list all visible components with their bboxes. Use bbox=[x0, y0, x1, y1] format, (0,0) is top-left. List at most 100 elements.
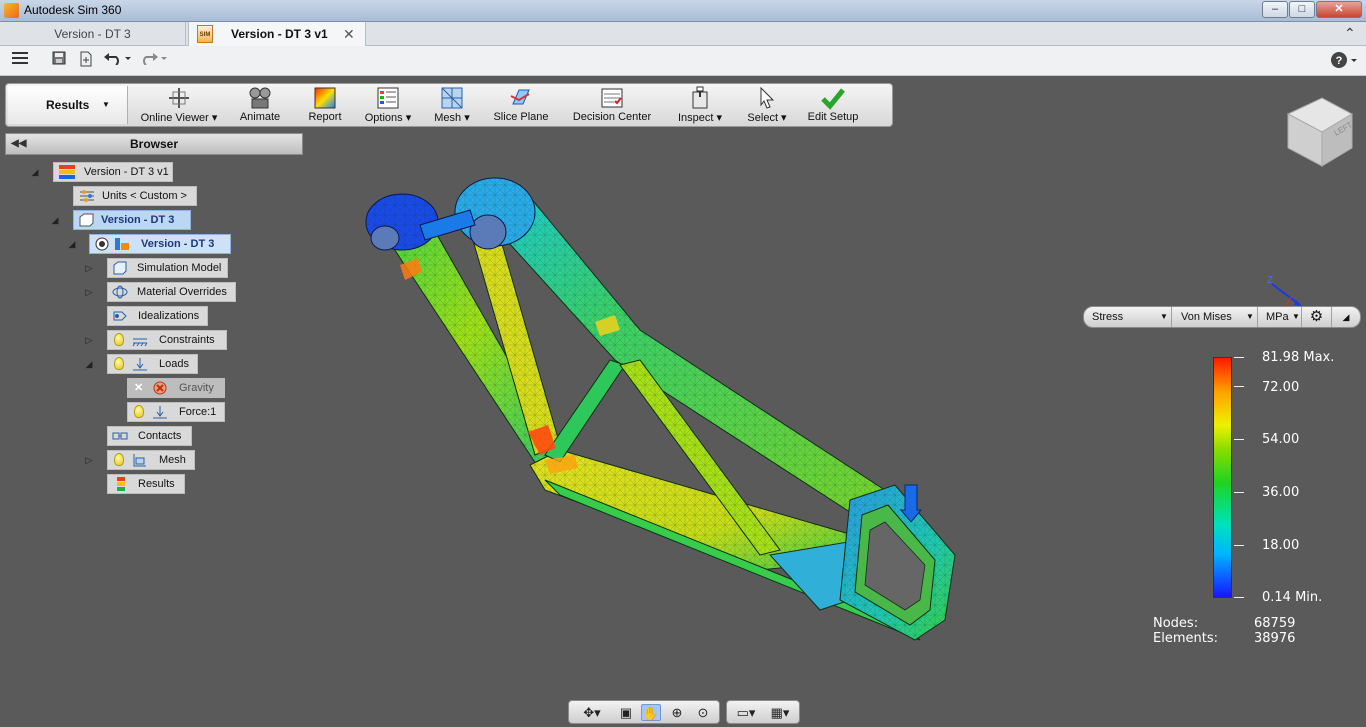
slice-plane-button[interactable]: Slice Plane bbox=[490, 84, 552, 126]
visibility-bulb-icon[interactable] bbox=[114, 453, 124, 466]
tree-node-label: Results bbox=[138, 478, 175, 490]
title-bar: Autodesk Sim 360 – □ ✕ bbox=[0, 0, 1366, 22]
slice-plane-icon bbox=[510, 89, 530, 105]
tree-node-loads[interactable]: Loads bbox=[107, 354, 198, 374]
collapse-legend-icon[interactable]: ◢ bbox=[1332, 307, 1360, 327]
minimize-button[interactable]: – bbox=[1262, 1, 1288, 18]
visibility-bulb-icon[interactable] bbox=[134, 405, 144, 418]
expand-right-icon[interactable]: ▷ bbox=[84, 287, 94, 297]
tree-node-label: Version - DT 3 bbox=[101, 214, 175, 226]
active-study-radio-icon bbox=[95, 237, 109, 251]
animate-button[interactable]: Animate bbox=[234, 84, 286, 126]
tree-node-gravity[interactable]: ✕ Gravity bbox=[127, 378, 225, 398]
display-icon[interactable]: ▭▾ bbox=[731, 704, 761, 721]
close-button[interactable]: ✕ bbox=[1316, 1, 1362, 18]
tab-version-dt3-v1[interactable]: SIM Version - DT 3 v1 ✕ bbox=[188, 22, 366, 46]
expand-right-icon[interactable]: ▷ bbox=[84, 263, 94, 273]
results-tab[interactable]: Results ▼ bbox=[8, 86, 128, 124]
tree-node-mesh[interactable]: Mesh bbox=[107, 450, 195, 470]
tab-label: Version - DT 3 v1 bbox=[231, 27, 328, 41]
tree-node-label: Constraints bbox=[159, 334, 215, 346]
tree-node-label: Simulation Model bbox=[137, 262, 222, 274]
tree-node-contacts[interactable]: Contacts bbox=[107, 426, 192, 446]
expand-icon[interactable]: ◢ bbox=[30, 167, 40, 177]
options-icon bbox=[377, 87, 399, 109]
expand-icon[interactable]: ◢ bbox=[50, 215, 60, 225]
browser-header: ◀◀ Browser bbox=[5, 133, 303, 155]
gear-icon[interactable]: ⚙ bbox=[1302, 307, 1332, 327]
results-icon bbox=[117, 477, 125, 491]
edit-setup-button[interactable]: Edit Setup bbox=[802, 84, 864, 126]
online-viewer-button[interactable]: Online Viewer ▾ bbox=[134, 84, 224, 126]
redo-icon[interactable] bbox=[138, 51, 168, 71]
results-tab-label: Results bbox=[46, 98, 90, 112]
visibility-bulb-icon[interactable] bbox=[114, 357, 124, 370]
tab-version-dt3[interactable]: Version - DT 3 bbox=[0, 22, 186, 46]
tree-node-results[interactable]: Results bbox=[107, 474, 185, 494]
mesh-label: Mesh ▾ bbox=[434, 112, 470, 124]
tree-node-constraints[interactable]: Constraints bbox=[107, 330, 227, 350]
mesh-icon bbox=[441, 87, 463, 109]
grid-icon[interactable]: ▦▾ bbox=[765, 704, 795, 721]
browser-title: Browser bbox=[129, 137, 179, 151]
zoom-fit-icon[interactable]: ⊙ bbox=[693, 704, 713, 721]
help-icon[interactable]: ? bbox=[1329, 51, 1359, 71]
tree-node-version-study[interactable]: Version - DT 3 bbox=[89, 234, 231, 254]
expand-right-icon[interactable]: ▷ bbox=[84, 335, 94, 345]
decision-center-button[interactable]: Decision Center bbox=[570, 84, 654, 126]
save-icon[interactable] bbox=[50, 51, 68, 71]
design-icon bbox=[79, 213, 94, 227]
inspect-button[interactable]: Inspect ▾ bbox=[672, 84, 728, 126]
collapse-panel-icon[interactable]: ◀◀ bbox=[11, 134, 26, 154]
report-label: Report bbox=[308, 111, 342, 123]
tree-node-label: Gravity bbox=[179, 382, 214, 394]
tree-node-label: Mesh bbox=[159, 454, 186, 466]
tree-node-simulation-model[interactable]: Simulation Model bbox=[107, 258, 228, 278]
units-dropdown[interactable]: MPa ▼ bbox=[1258, 307, 1302, 327]
tree-node-force-1[interactable]: Force:1 bbox=[127, 402, 225, 422]
animate-label: Animate bbox=[239, 111, 281, 123]
maximize-button[interactable]: □ bbox=[1289, 1, 1315, 18]
tree-node-label: Version - DT 3 bbox=[141, 238, 215, 250]
report-button[interactable]: Report bbox=[302, 84, 348, 126]
view-cube[interactable]: LEFT bbox=[1284, 92, 1356, 168]
tab-close-icon[interactable]: ✕ bbox=[343, 22, 355, 46]
expand-icon[interactable]: ◢ bbox=[67, 239, 77, 249]
results-root-icon bbox=[59, 165, 75, 179]
export-icon[interactable] bbox=[77, 51, 95, 71]
result-type-dropdown[interactable]: Stress ▼ bbox=[1084, 307, 1172, 327]
expand-icon[interactable]: ◢ bbox=[84, 359, 94, 369]
legend-tick bbox=[1234, 597, 1244, 598]
zoom-icon[interactable]: ⊕ bbox=[667, 704, 687, 721]
fea-stress-model[interactable] bbox=[355, 165, 965, 650]
tree-node-version-design[interactable]: Version - DT 3 bbox=[73, 210, 191, 230]
tree-node-idealizations[interactable]: Idealizations bbox=[107, 306, 208, 326]
menu-icon[interactable] bbox=[10, 51, 30, 71]
nodes-label: Nodes: bbox=[1153, 616, 1199, 631]
legend-tick bbox=[1234, 492, 1244, 493]
orbit-icon[interactable]: ✥▾ bbox=[577, 704, 607, 721]
component-value: Von Mises bbox=[1181, 311, 1232, 323]
tree-node-label: Loads bbox=[159, 358, 189, 370]
decision-center-label: Decision Center bbox=[572, 111, 652, 123]
autodesk-app-icon bbox=[4, 3, 19, 18]
checkmark-icon bbox=[821, 88, 845, 110]
expand-right-icon[interactable]: ▷ bbox=[84, 455, 94, 465]
tree-node-label: Material Overrides bbox=[137, 286, 227, 298]
idealizations-icon bbox=[113, 311, 127, 321]
options-button[interactable]: Options ▾ bbox=[362, 84, 414, 126]
quick-access-toolbar: ? bbox=[0, 46, 1366, 76]
look-at-icon[interactable]: ▣ bbox=[616, 704, 636, 721]
chevron-up-icon[interactable]: ⌃ bbox=[1344, 25, 1356, 42]
undo-icon[interactable] bbox=[102, 51, 132, 71]
svg-text:?: ? bbox=[1336, 55, 1343, 67]
tree-node-units[interactable]: Units < Custom > bbox=[73, 186, 197, 206]
component-dropdown[interactable]: Von Mises ▼ bbox=[1172, 307, 1258, 327]
visibility-bulb-icon[interactable] bbox=[114, 333, 124, 346]
select-button[interactable]: Select ▾ bbox=[744, 84, 790, 126]
tree-node-material-overrides[interactable]: Material Overrides bbox=[107, 282, 236, 302]
tree-node-root[interactable]: Version - DT 3 v1 bbox=[53, 162, 173, 182]
mesh-button[interactable]: Mesh ▾ bbox=[430, 84, 474, 126]
elements-value: 38976 bbox=[1254, 631, 1296, 646]
pan-icon[interactable]: ✋ bbox=[641, 704, 661, 721]
